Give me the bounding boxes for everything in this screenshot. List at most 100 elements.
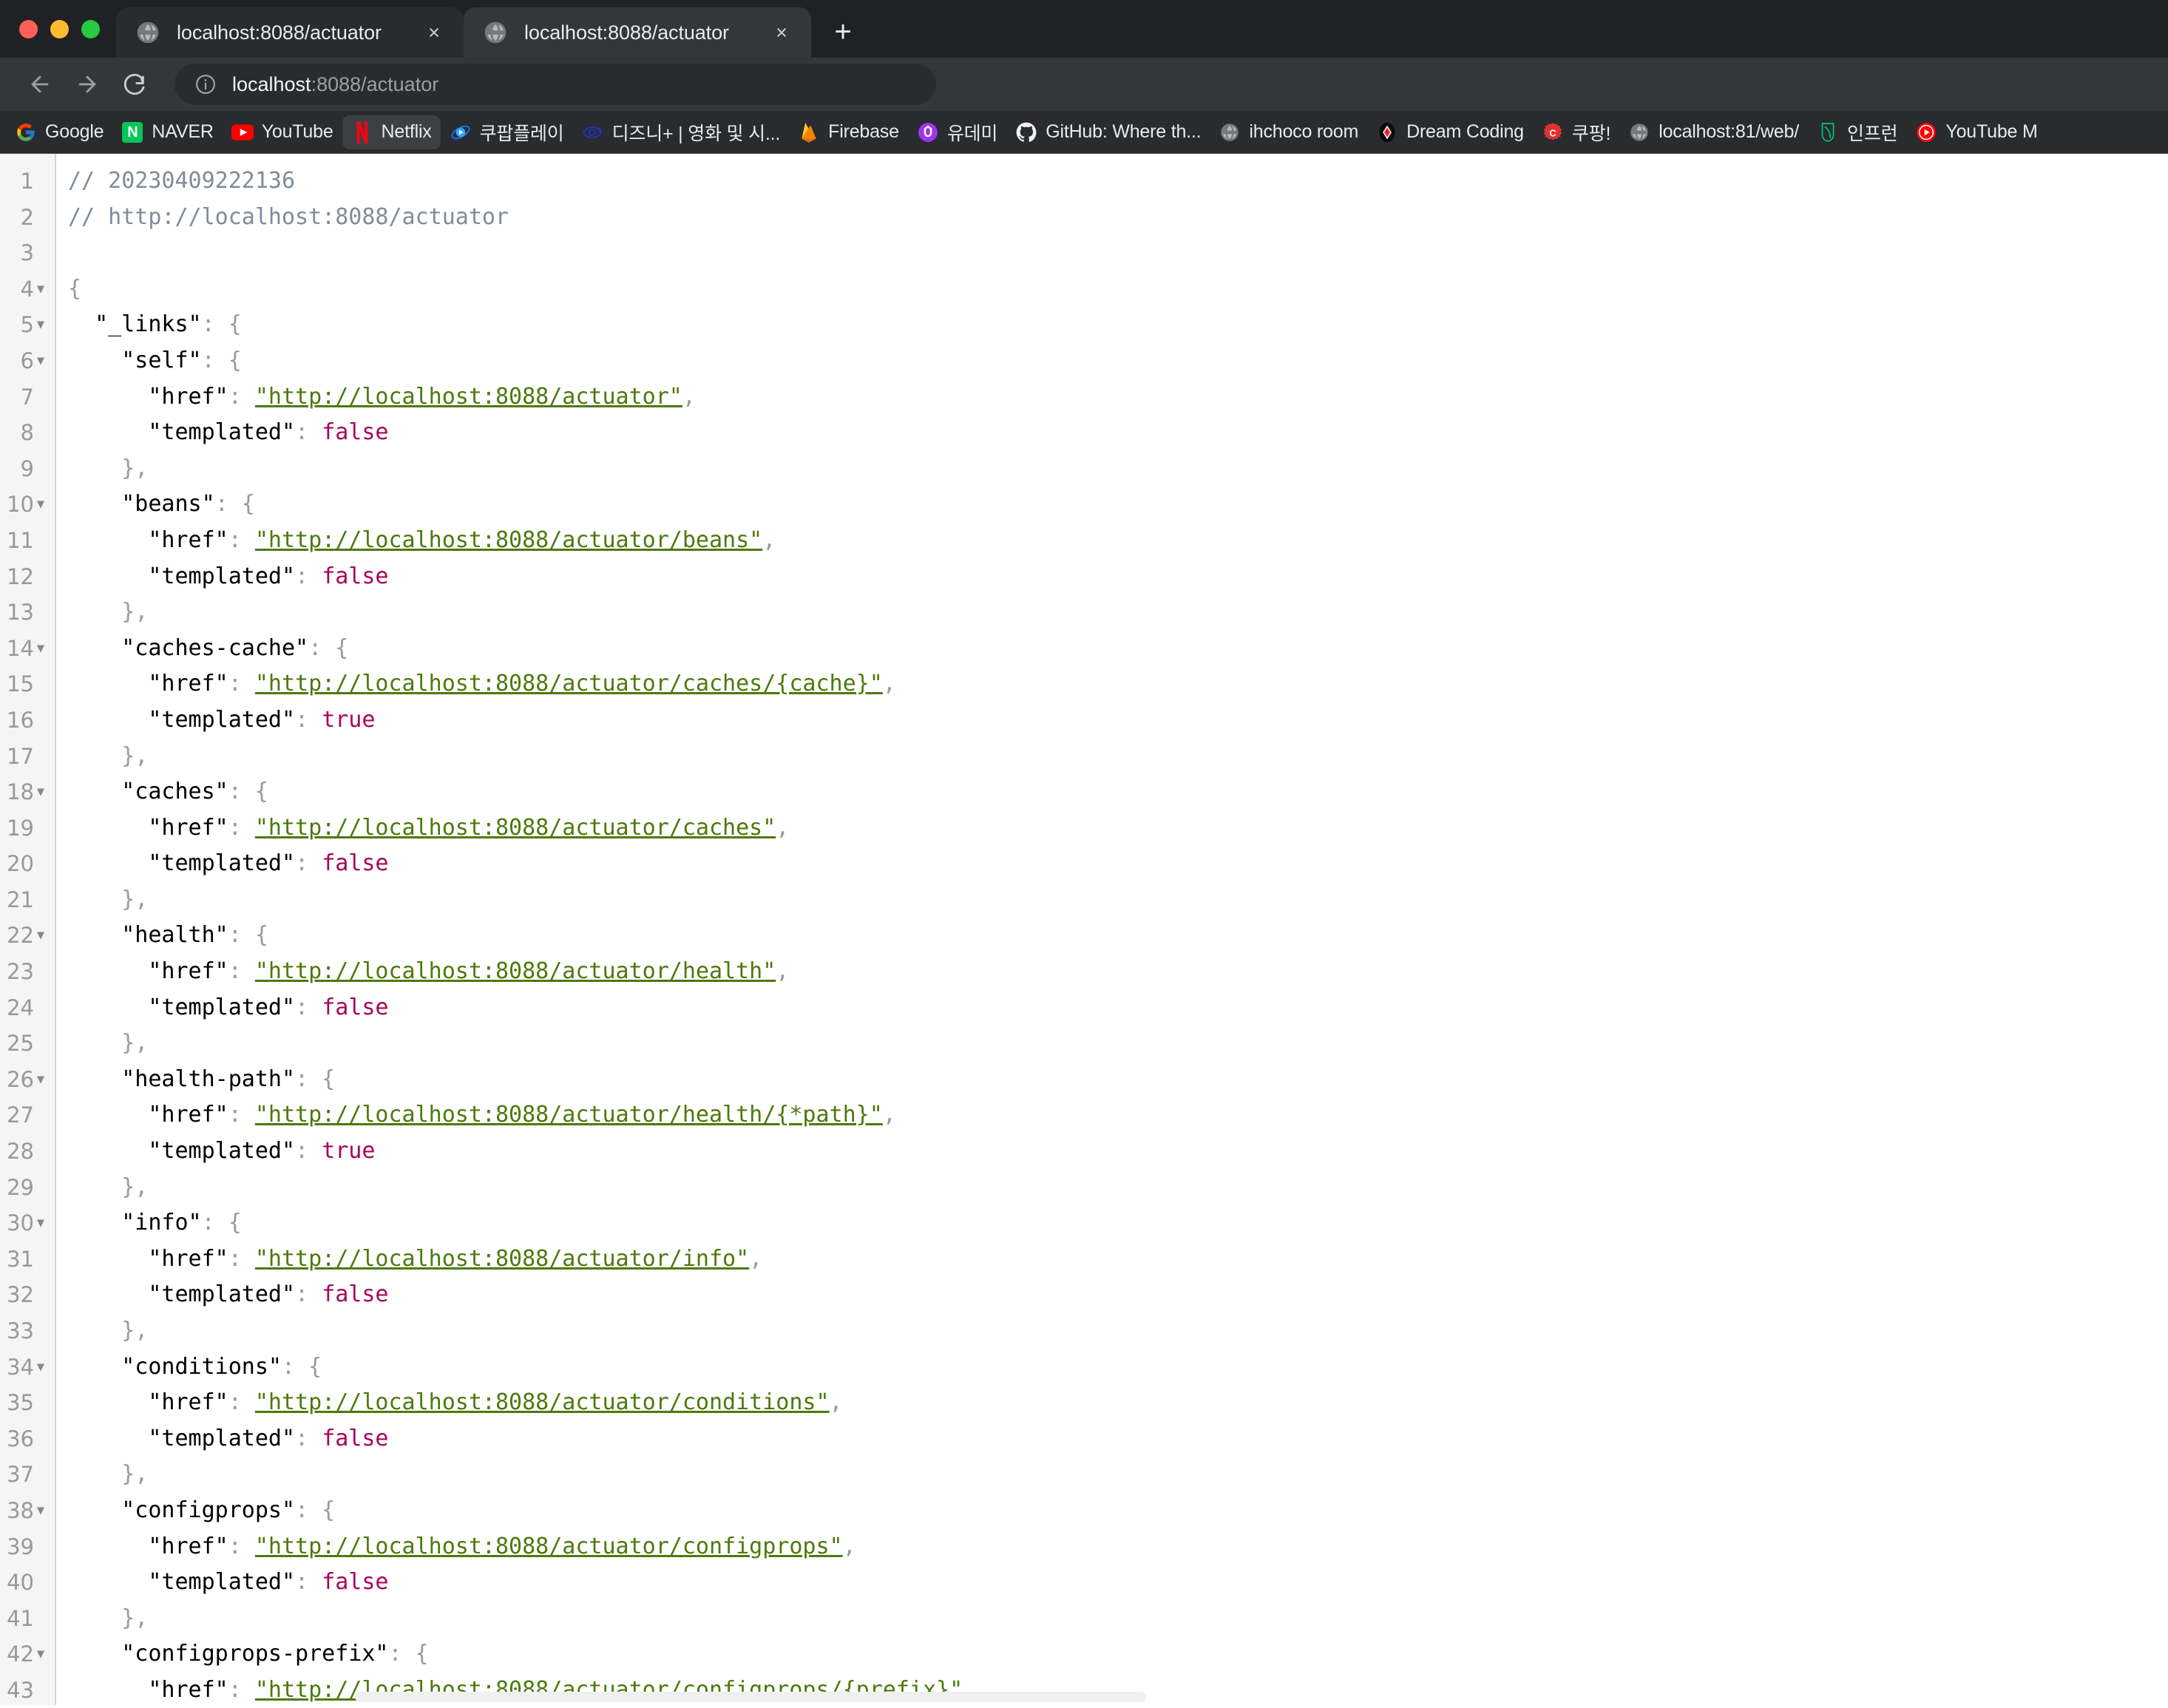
line-number: 17 — [7, 743, 34, 769]
json-punctuation: , — [882, 671, 896, 697]
bookmark-item-10[interactable]: Dream Coding — [1367, 115, 1533, 149]
code-line-text: // 20230409222136 — [68, 163, 295, 200]
fold-triangle-icon[interactable]: ▼ — [33, 487, 49, 523]
code-line-text: "href": "http://localhost:8088/actuator/… — [68, 1241, 762, 1278]
back-button[interactable] — [16, 61, 64, 108]
json-link[interactable]: "http://localhost:8088/actuator/info" — [255, 1246, 749, 1272]
url-path: :8088/actuator — [311, 72, 439, 95]
code-line-text: }, — [68, 451, 148, 487]
fold-triangle-icon[interactable]: ▼ — [33, 343, 49, 379]
json-punctuation: : — [295, 1281, 322, 1308]
tab-close-icon[interactable]: × — [767, 18, 796, 47]
json-punctuation: : { — [228, 779, 268, 805]
code-line-text: "beans": { — [68, 487, 255, 523]
json-link[interactable]: "http://localhost:8088/actuator/caches" — [255, 815, 776, 841]
bookmark-item-7[interactable]: 유데미 — [908, 115, 1006, 149]
fold-triangle-icon[interactable]: ▼ — [33, 1349, 49, 1386]
json-link[interactable]: "http://localhost:8088/actuator/beans" — [255, 527, 762, 553]
code-line: 5 ▼ "_links": { — [0, 307, 2168, 343]
code-line-text: "conditions": { — [68, 1349, 322, 1386]
json-code-area[interactable]: 1 // 20230409222136 2 // http://localhost:8… — [0, 154, 2168, 1705]
line-number: 32 — [7, 1282, 34, 1308]
json-link[interactable]: "http://localhost:8088/actuator/health/{… — [255, 1102, 883, 1128]
bookmark-item-11[interactable]: C 쿠팡! — [1533, 115, 1619, 149]
bookmark-item-3[interactable]: Netflix — [342, 115, 441, 149]
fold-triangle-icon[interactable]: ▼ — [33, 1636, 49, 1673]
bookmark-item-8[interactable]: GitHub: Where th... — [1006, 115, 1210, 149]
bookmark-item-13[interactable]: 인프런 — [1808, 115, 1906, 149]
line-number: 40 — [7, 1570, 34, 1596]
fold-triangle-icon[interactable]: ▼ — [33, 271, 49, 308]
json-link[interactable]: "http://localhost:8088/actuator/configpr… — [255, 1534, 843, 1559]
code-line-text: // http://localhost:8088/actuator — [68, 200, 509, 236]
window-traffic-lights — [0, 0, 116, 58]
json-punctuation: }, — [68, 1461, 149, 1488]
fold-triangle-icon[interactable]: ▼ — [33, 1493, 49, 1529]
window-maximize-button[interactable] — [81, 19, 100, 38]
fold-triangle-icon[interactable]: ▼ — [33, 1062, 49, 1098]
fold-triangle-icon[interactable]: ▼ — [33, 631, 49, 667]
window-minimize-button[interactable] — [50, 19, 69, 38]
reload-button[interactable] — [111, 61, 158, 108]
json-punctuation: : { — [282, 1353, 322, 1380]
json-link[interactable]: "http://localhost:8088/actuator" — [255, 384, 682, 410]
browser-tab-0[interactable]: localhost:8088/actuator × — [116, 7, 464, 58]
json-link[interactable]: "http://localhost:8088/actuator/caches/{… — [255, 671, 883, 697]
forward-button[interactable] — [64, 61, 111, 108]
horizontal-scrollbar[interactable] — [355, 1692, 1146, 1702]
browser-tab-1[interactable]: localhost:8088/actuator × — [464, 7, 811, 58]
json-punctuation: : — [295, 706, 322, 733]
json-link[interactable]: "http://localhost:8088/actuator/health" — [255, 958, 776, 984]
fold-triangle-icon[interactable]: ▼ — [33, 918, 49, 954]
code-line: 36 "templated": false — [0, 1421, 2168, 1457]
code-line-text: "templated": true — [68, 1133, 375, 1170]
bookmark-item-14[interactable]: YouTube M — [1906, 115, 2046, 149]
bookmark-item-2[interactable]: YouTube — [223, 115, 342, 149]
line-number: 2 — [20, 204, 34, 230]
bookmark-item-4[interactable]: 쿠팝플레이 — [441, 115, 573, 149]
fold-triangle-icon[interactable]: ▼ — [33, 307, 49, 343]
bookmark-item-5[interactable]: 디즈니+ | 영화 및 시... — [573, 115, 790, 149]
code-line: 41 }, — [0, 1601, 2168, 1637]
json-key: "_links" — [95, 311, 202, 338]
address-bar[interactable]: localhost:8088/actuator — [175, 64, 936, 105]
code-line: 27 "href": "http://localhost:8088/actuat… — [0, 1097, 2168, 1133]
json-punctuation — [68, 311, 95, 337]
netflix-icon — [351, 121, 373, 143]
json-key: "templated" — [148, 419, 296, 446]
json-punctuation: }, — [68, 455, 149, 481]
bookmark-item-1[interactable]: N NAVER — [112, 115, 222, 149]
udemy-icon — [917, 121, 939, 143]
browser-chrome: localhost:8088/actuator × localhost:8088/a… — [0, 0, 2168, 154]
code-line-text: "templated": false — [68, 559, 388, 595]
fold-triangle-icon[interactable]: ▼ — [33, 1205, 49, 1241]
bookmark-item-9[interactable]: ihchoco room — [1210, 115, 1367, 149]
json-punctuation — [68, 1497, 121, 1523]
line-number: 8 — [20, 420, 34, 446]
bookmark-item-12[interactable]: localhost:81/web/ — [1619, 115, 1808, 149]
code-line-text: "health": { — [68, 918, 268, 954]
site-info-icon[interactable] — [194, 72, 217, 96]
code-line-text: "href": "http://localhost:8088/actuator/… — [68, 523, 776, 559]
json-key: "href" — [148, 1245, 228, 1272]
bookmark-item-6[interactable]: Firebase — [789, 115, 908, 149]
bookmark-label: 쿠팡! — [1571, 123, 1611, 144]
line-number: 4 — [20, 276, 34, 302]
json-boolean: false — [322, 419, 389, 446]
disney-plus-icon — [582, 121, 604, 143]
code-line-text: "caches-cache": { — [68, 631, 348, 667]
json-punctuation: : { — [201, 347, 242, 373]
json-comment: // 20230409222136 — [68, 168, 296, 194]
json-punctuation: , — [829, 1389, 843, 1416]
window-close-button[interactable] — [19, 19, 38, 38]
bookmark-label: 디즈니+ | 영화 및 시... — [612, 123, 781, 144]
new-tab-button[interactable]: + — [820, 9, 866, 55]
json-punctuation: : { — [201, 311, 242, 338]
line-number: 9 — [20, 455, 34, 481]
fold-triangle-icon[interactable]: ▼ — [33, 774, 49, 810]
code-line: 25 }, — [0, 1026, 2168, 1062]
json-link[interactable]: "http://localhost:8088/actuator/conditio… — [255, 1389, 830, 1415]
tab-close-icon[interactable]: × — [419, 18, 449, 47]
bookmark-item-0[interactable]: Google — [6, 115, 112, 149]
json-key: "href" — [148, 383, 228, 410]
